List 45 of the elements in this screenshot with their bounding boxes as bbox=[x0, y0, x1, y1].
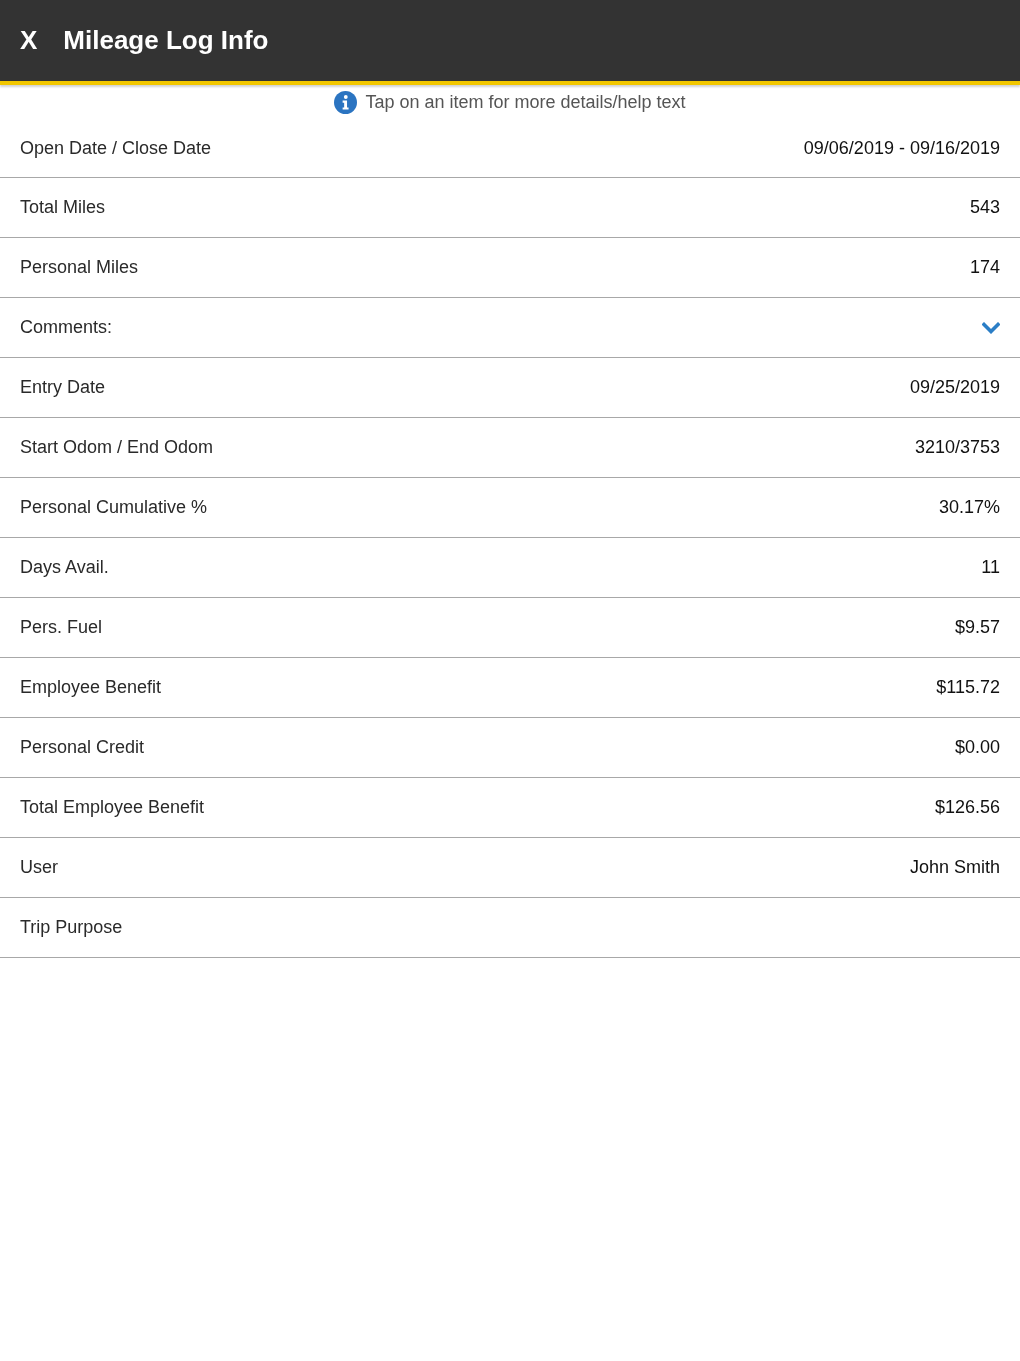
row-value: 30.17% bbox=[938, 497, 1000, 518]
row-value: 543 bbox=[969, 197, 1000, 218]
list-item[interactable]: Comments: bbox=[0, 298, 1020, 358]
list-item[interactable]: Total Miles 543 bbox=[0, 178, 1020, 238]
list-item[interactable]: Personal Cumulative % 30.17% bbox=[0, 478, 1020, 538]
row-label: Entry Date bbox=[20, 377, 106, 398]
list-item[interactable]: Personal Credit $0.00 bbox=[0, 718, 1020, 778]
row-value: 174 bbox=[969, 257, 1000, 278]
row-label: Total Employee Benefit bbox=[20, 797, 205, 818]
row-value: $9.57 bbox=[954, 617, 1000, 638]
row-label: Open Date / Close Date bbox=[20, 137, 212, 159]
list-item[interactable]: Trip Purpose bbox=[0, 898, 1020, 958]
row-label: User bbox=[20, 857, 58, 878]
list-item[interactable]: Total Employee Benefit $126.56 bbox=[0, 778, 1020, 838]
row-label: Total Miles bbox=[20, 197, 106, 218]
list-item[interactable]: Personal Miles 174 bbox=[0, 238, 1020, 298]
info-icon bbox=[334, 91, 358, 114]
row-value: 3210/3753 bbox=[914, 437, 1000, 458]
row-value: 09/06/2019 - 09/16/2019 bbox=[803, 137, 1000, 159]
row-label: Employee Benefit bbox=[20, 677, 162, 698]
row-value: $115.72 bbox=[936, 677, 1000, 698]
list-item[interactable]: Start Odom / End Odom 3210/3753 bbox=[0, 418, 1020, 478]
page-title: Mileage Log Info bbox=[63, 25, 269, 56]
row-value: $126.56 bbox=[934, 797, 1000, 818]
row-label: Pers. Fuel bbox=[20, 617, 103, 638]
row-label: Days Avail. bbox=[20, 557, 109, 578]
close-button[interactable]: X bbox=[20, 25, 38, 56]
row-value: 09/25/2019 bbox=[909, 377, 1000, 398]
row-label: Comments: bbox=[20, 317, 113, 338]
row-value: 11 bbox=[981, 557, 1000, 578]
help-text: Tap on an item for more details/help text bbox=[365, 92, 686, 113]
list-item[interactable]: Employee Benefit $115.72 bbox=[0, 658, 1020, 718]
row-label: Personal Cumulative % bbox=[20, 497, 208, 518]
chevron-down-icon[interactable] bbox=[982, 321, 1000, 334]
list-item[interactable]: Pers. Fuel $9.57 bbox=[0, 598, 1020, 658]
list-item[interactable]: User John Smith bbox=[0, 838, 1020, 898]
row-value: John Smith bbox=[909, 857, 1000, 878]
list-item[interactable]: Open Date / Close Date 09/06/2019 - 09/16/2019 bbox=[0, 119, 1020, 178]
list-item[interactable]: Entry Date 09/25/2019 bbox=[0, 358, 1020, 418]
row-label: Start Odom / End Odom bbox=[20, 437, 214, 458]
row-label: Trip Purpose bbox=[20, 917, 123, 938]
list-item[interactable]: Days Avail. 11 bbox=[0, 538, 1020, 598]
row-label: Personal Miles bbox=[20, 257, 139, 278]
row-label: Personal Credit bbox=[20, 737, 145, 758]
row-value: $0.00 bbox=[954, 737, 1000, 758]
